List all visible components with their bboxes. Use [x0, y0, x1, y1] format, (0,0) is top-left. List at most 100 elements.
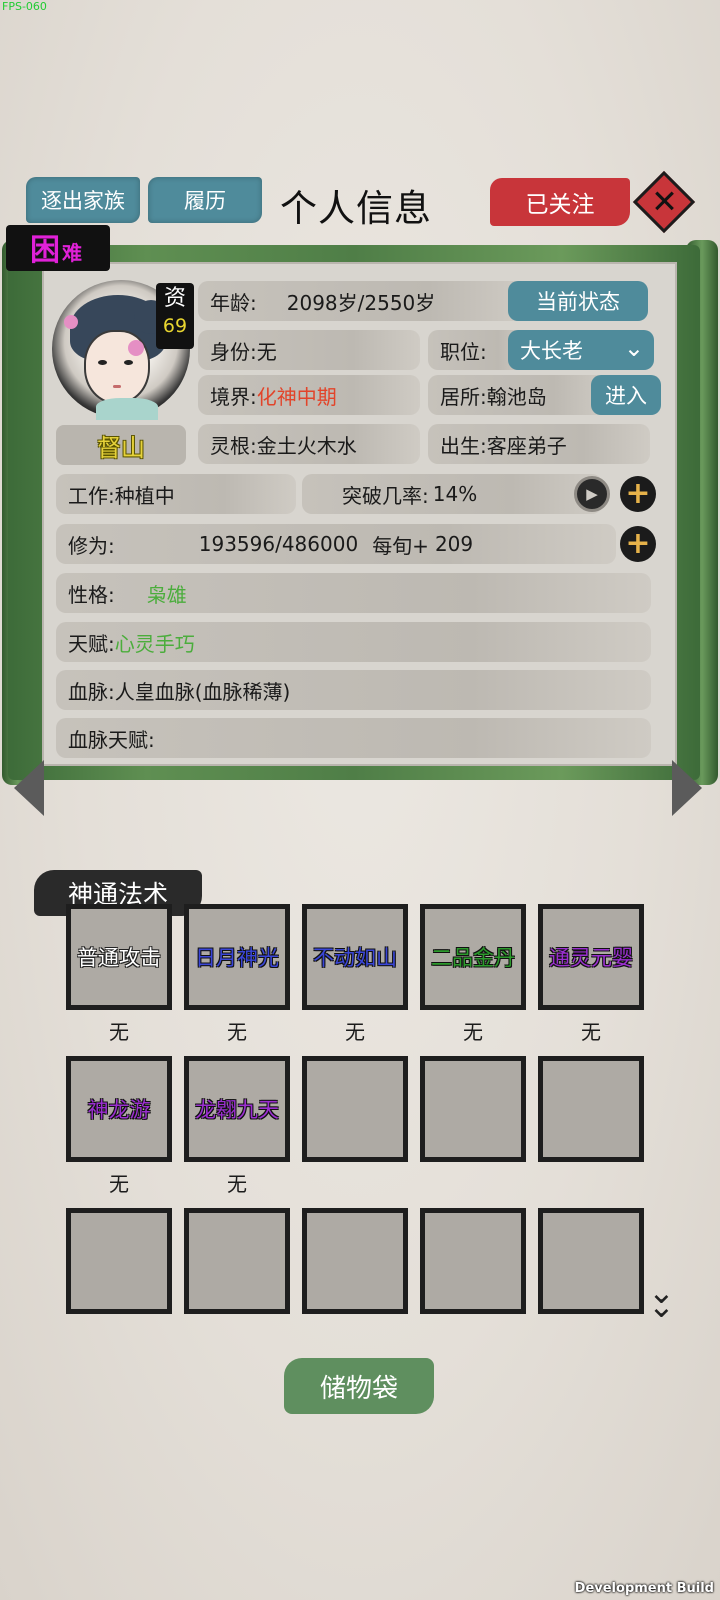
bloodline-row: 血脉: 人皇血脉(血脉稀薄): [56, 670, 651, 710]
add-breakthrough-plus-icon[interactable]: +: [620, 476, 656, 512]
page-title: 个人信息: [280, 187, 432, 230]
skill-slot[interactable]: 通灵元婴: [538, 904, 644, 1010]
breakthrough-value: 14%: [432, 482, 478, 506]
realm-label: 境界:: [210, 384, 257, 409]
identity-row: 身份: 无: [198, 330, 420, 370]
aptitude-badge: 资 69: [156, 283, 194, 349]
close-button[interactable]: ✕: [632, 170, 696, 234]
flower-icon: [64, 315, 78, 329]
skill-name: 不动如山: [313, 946, 397, 970]
double-chevron-down-icon[interactable]: ⌄ ⌄: [648, 1276, 675, 1322]
residence-row: 居所: 翰池岛: [428, 375, 608, 415]
cultivation-label: 修为:: [68, 533, 115, 558]
post-value: 大长老: [520, 339, 583, 363]
per-turn-label: 每旬+: [372, 533, 429, 558]
skill-level: 无: [581, 1020, 601, 1044]
difficulty-sub-text: 难: [62, 241, 82, 265]
skill-slot[interactable]: [420, 1056, 526, 1162]
skill-slot[interactable]: 日月神光: [184, 904, 290, 1010]
skill-level: 无: [109, 1020, 129, 1044]
skill-name: 龙翱九天: [195, 1098, 279, 1122]
breakthrough-row: 突破几率: 14%: [302, 474, 602, 514]
bloodline-talent-label: 血脉天赋:: [68, 727, 155, 752]
skill-slot[interactable]: [184, 1208, 290, 1314]
work-row: 工作: 种植中: [56, 474, 296, 514]
close-icon: ✕: [651, 182, 678, 221]
spirit-root-row: 灵根: 金土火木水: [198, 424, 420, 464]
cultivation-value: 193596/486000: [198, 532, 359, 556]
expel-from-family-button[interactable]: 逐出家族: [26, 177, 140, 223]
age-row: 年龄: 2098岁/2550岁: [198, 281, 528, 321]
aptitude-label: 资: [163, 286, 186, 311]
origin-row: 出生: 客座弟子: [428, 424, 650, 464]
per-turn-value: 209: [434, 532, 474, 556]
next-character-arrow-icon[interactable]: [672, 760, 702, 816]
skill-level: 无: [227, 1172, 247, 1196]
avatar-eye-right: [124, 360, 133, 365]
work-value: 种植中: [114, 483, 175, 508]
avatar-eye-left: [98, 360, 107, 365]
skill-slot[interactable]: 龙翱九天: [184, 1056, 290, 1162]
identity-label: 身份:: [210, 339, 257, 364]
residence-label: 居所:: [440, 384, 487, 409]
talent-label: 天赋:: [68, 631, 115, 656]
residence-value: 翰池岛: [486, 384, 547, 409]
cultivation-row: 修为: 193596/486000 每旬+ 209: [56, 524, 616, 564]
add-cultivation-plus-icon[interactable]: +: [620, 526, 656, 562]
skill-slot[interactable]: 普通攻击: [66, 904, 172, 1010]
skill-level: 无: [345, 1020, 365, 1044]
breakthrough-label: 突破几率:: [342, 483, 429, 508]
skill-level: 无: [109, 1172, 129, 1196]
avatar-robe: [96, 398, 158, 420]
bloodline-label: 血脉:: [68, 679, 115, 704]
skill-level: 无: [463, 1020, 483, 1044]
follow-button[interactable]: 已关注: [490, 178, 630, 226]
avatar-mouth: [113, 385, 121, 388]
play-icon[interactable]: ▶: [574, 476, 610, 512]
skill-name: 日月神光: [195, 946, 279, 970]
current-status-button[interactable]: 当前状态: [508, 281, 648, 321]
realm-value: 化神中期: [256, 384, 337, 409]
skill-slot[interactable]: [302, 1056, 408, 1162]
difficulty-main-text: 困: [30, 233, 60, 268]
development-build-label: Development Build: [574, 1581, 714, 1596]
skill-name: 二品金丹: [431, 946, 515, 970]
talent-value: 心灵手巧: [114, 631, 195, 656]
realm-row: 境界: 化神中期: [198, 375, 420, 415]
personality-value: 枭雄: [146, 582, 187, 607]
post-select[interactable]: 大长老 ⌄: [508, 330, 654, 370]
storage-bag-button[interactable]: 储物袋: [284, 1358, 434, 1414]
origin-label: 出生:: [440, 433, 487, 458]
history-button[interactable]: 履历: [148, 177, 262, 223]
skill-name: 通灵元婴: [549, 946, 633, 970]
difficulty-badge: 困 难: [6, 225, 110, 271]
personality-label: 性格:: [68, 582, 115, 607]
post-label: 职位:: [440, 339, 487, 364]
bloodline-talent-row: 血脉天赋:: [56, 718, 651, 758]
skill-slot[interactable]: [66, 1208, 172, 1314]
skill-name: 神龙游: [87, 1098, 151, 1122]
skill-slot[interactable]: 不动如山: [302, 904, 408, 1010]
talent-row: 天赋: 心灵手巧: [56, 622, 651, 662]
skill-slot[interactable]: [538, 1208, 644, 1314]
identity-value: 无: [256, 339, 277, 364]
aptitude-value: 69: [162, 315, 188, 337]
age-label: 年龄:: [210, 290, 257, 315]
skill-slot[interactable]: [538, 1056, 644, 1162]
bloodline-value: 人皇血脉(血脉稀薄): [114, 679, 291, 704]
skill-slot[interactable]: 二品金丹: [420, 904, 526, 1010]
skill-slot[interactable]: [302, 1208, 408, 1314]
skill-level: 无: [227, 1020, 247, 1044]
spirit-root-value: 金土火木水: [256, 433, 357, 458]
skill-slot[interactable]: 神龙游: [66, 1056, 172, 1162]
chevron-down-icon: ⌄: [623, 334, 644, 362]
work-label: 工作:: [68, 483, 115, 508]
previous-character-arrow-icon[interactable]: [14, 760, 44, 816]
spirit-root-label: 灵根:: [210, 433, 257, 458]
skill-slot[interactable]: [420, 1208, 526, 1314]
character-name: 督山: [56, 425, 186, 465]
personality-row: 性格: 枭雄: [56, 573, 651, 613]
age-value: 2098岁/2550岁: [286, 290, 436, 315]
skill-name: 普通攻击: [77, 946, 161, 970]
enter-residence-button[interactable]: 进入: [591, 375, 661, 415]
